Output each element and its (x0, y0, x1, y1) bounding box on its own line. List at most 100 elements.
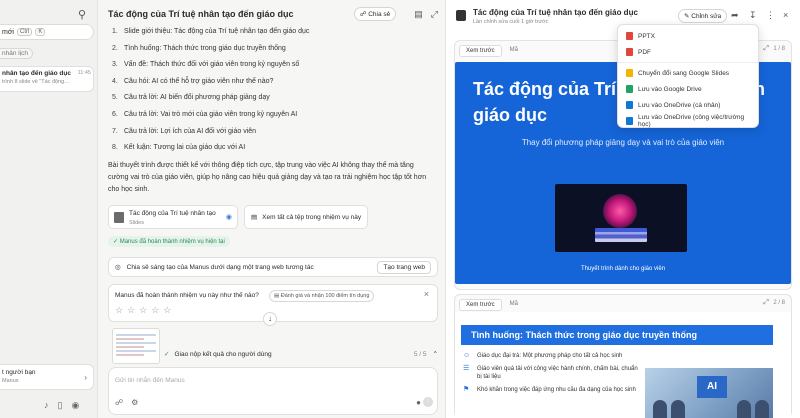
eye-icon[interactable]: ◉ (226, 213, 232, 221)
slide-outline-item: 1. Slide giới thiệu: Tác động của Trí tuệ… (112, 24, 432, 41)
slide-outline-item: 2. Tình huống: Thách thức trong giáo dục … (112, 41, 432, 58)
message-input[interactable]: Gửi tin nhắn đến Manus (115, 377, 185, 384)
expand-icon[interactable]: ⤢ (431, 9, 438, 20)
slide-1-subtitle: Thay đổi phương pháp giảng dạy và vai tr… (521, 138, 725, 147)
task-progress-row[interactable]: ✓ Giao nộp kết quả cho người dùng 5 / 5 … (108, 346, 438, 362)
location-icon[interactable]: ◉ (71, 400, 79, 411)
slide-outline-text: Kết luận: Tương lai của giáo dục với AI (124, 144, 246, 152)
check-icon: ✓ (164, 351, 170, 358)
more-icon[interactable]: ⋮ (766, 10, 775, 21)
close-icon[interactable]: × (424, 289, 429, 299)
slide-outline-text: Vấn đề: Thách thức đối với giáo viên tro… (124, 61, 300, 69)
export-menu-item[interactable]: Lưu vào OneDrive (công việc/trường học) (618, 113, 758, 129)
export-menu-label: Lưu vào OneDrive (công việc/trường học) (637, 114, 745, 128)
slide-outline-text: Tình huống: Thách thức trong giáo dục tr… (124, 44, 286, 52)
export-format-icon (626, 69, 633, 77)
export-menu-label: Lưu vào Google Drive (638, 85, 702, 93)
slides-icon (456, 10, 466, 21)
slide-outline-list: 1. Slide giới thiệu: Tác động của Trí tuệ… (112, 24, 432, 157)
share-button[interactable]: ☍ Chia sẻ (353, 7, 397, 21)
export-menu-item[interactable]: PPTX (618, 28, 758, 44)
file-type: Slides (129, 220, 144, 226)
user-card[interactable]: t người bạn Manus › (0, 364, 94, 390)
slide-outline-text: Câu hỏi: AI có thể hỗ trợ giáo viên như … (124, 77, 274, 85)
new-task-button[interactable]: mới Ctrl K (0, 24, 94, 40)
task-step: Giao nộp kết quả cho người dùng (174, 350, 272, 358)
share-web-bar: ◎ Chia sẻ sáng tạo của Manus dưới dạng m… (108, 257, 438, 277)
share-label: Chia sẻ (368, 11, 391, 18)
slide-outline-text: Câu trả lời: Lợi ích của AI đối với giáo… (124, 127, 257, 135)
document-icon[interactable]: ▤ (414, 9, 423, 20)
file-card[interactable]: Tác động của Trí tuệ nhân tạo ... Slides… (108, 205, 238, 229)
export-format-icon (626, 101, 633, 109)
plug-icon[interactable]: ⚙ (131, 398, 138, 407)
share-icon[interactable]: ➦ (731, 10, 739, 21)
download-icon[interactable]: ↧ (749, 10, 757, 21)
menu-divider (618, 62, 758, 63)
preview-title: Tác động của Trí tuệ nhân tạo đến giáo d… (473, 8, 638, 17)
slide-outline-item: 6. Câu trả lời: Vai trò mới của giáo viên… (112, 107, 432, 124)
chevron-up-icon[interactable]: ⌃ (433, 350, 438, 358)
tab-code[interactable]: Mã (504, 299, 524, 311)
send-button[interactable]: ↑ (423, 397, 433, 407)
expand-icon[interactable]: ⤢ (763, 299, 769, 307)
slide-outline-number: 3. (112, 61, 118, 69)
slide-outline-number: 6. (112, 110, 118, 118)
globe-icon: ◎ (115, 264, 121, 271)
export-menu-label: Chuyển đổi sang Google Slides (638, 69, 730, 77)
summary-text: Bài thuyết trình được thiết kế với thông… (108, 162, 427, 193)
rating-reward-badge[interactable]: ▤ Đánh giá và nhận 100 điểm tín dụng (269, 290, 375, 302)
slide-2-bullet-text: Khó khăn trong việc đáp ứng nhu cầu đa d… (477, 386, 636, 393)
paperclip-icon[interactable]: ☍ (115, 398, 123, 407)
sidebar-task-item[interactable]: nhân tạo đến giáo dục 11:45 trình 8 slid… (0, 66, 94, 92)
slide-counter: 1 / 8 (773, 46, 785, 52)
export-menu-item[interactable]: Lưu vào Google Drive (618, 81, 758, 97)
export-format-icon (626, 32, 633, 40)
slide-outline-item: 7. Câu trả lời: Lợi ích của AI đối với gi… (112, 124, 432, 141)
message-composer[interactable]: Gửi tin nhắn đến Manus ☍ ⚙ ● ↑ (108, 367, 438, 415)
slide-outline-item: 5. Câu trả lời: AI biến đổi phương pháp g… (112, 90, 432, 107)
slide-2: Tình huống: Thách thức trong giáo dục tr… (455, 312, 791, 418)
edit-button[interactable]: ✎ Chỉnh sửa (678, 9, 728, 23)
view-all-files-button[interactable]: ▤ Xem tất cả tệp trong nhiệm vụ này (244, 205, 368, 229)
slide-outline-number: 1. (112, 28, 118, 35)
export-menu-item[interactable]: PDF (618, 44, 758, 60)
slide-2-title: Tình huống: Thách thức trong giáo dục tr… (461, 325, 773, 345)
task-subtitle: trình 8 slide về "Tác động... (2, 79, 69, 85)
export-menu-item[interactable]: Lưu vào OneDrive (cá nhân) (618, 97, 758, 113)
export-menu-label: PPTX (638, 32, 655, 40)
export-format-icon (626, 48, 633, 56)
tab-preview[interactable]: Xem trước (459, 299, 502, 311)
star-rating[interactable]: ☆☆☆☆☆ (115, 305, 175, 316)
slide-outline-text: Slide giới thiệu: Tác động của Trí tuệ n… (124, 28, 310, 35)
bullet-icon: ⚑ (463, 385, 470, 393)
tab-preview[interactable]: Xem trước (459, 45, 502, 57)
task-title: nhân tạo đến giáo dục (2, 70, 71, 77)
tab-code[interactable]: Mã (504, 45, 524, 57)
new-task-label: mới (2, 28, 14, 36)
export-menu-item[interactable]: Chuyển đổi sang Google Slides (618, 65, 758, 81)
slides-file-icon (114, 212, 124, 223)
chevron-right-icon: › (84, 373, 87, 382)
bell-icon[interactable]: ♪ (44, 400, 49, 411)
slide-outline-number: 7. (112, 127, 118, 135)
files-icon: ▤ (251, 214, 258, 221)
bullet-icon: ☰ (463, 364, 470, 372)
create-web-button[interactable]: Tạo trang web (377, 260, 431, 274)
slide-outline-item: 8. Kết luận: Tương lai của giáo dục với A… (112, 140, 432, 157)
expand-icon[interactable]: ⤢ (763, 45, 769, 53)
slide-outline-number: 2. (112, 44, 118, 52)
phone-icon[interactable]: ▯ (58, 400, 63, 411)
slide-outline-text: Câu trả lời: Vai trò mới của giáo viên t… (124, 110, 298, 118)
close-icon[interactable]: × (783, 10, 788, 20)
share-web-text: Chia sẻ sáng tạo của Manus dưới dạng một… (126, 263, 314, 271)
slide-counter: 2 / 8 (773, 300, 785, 306)
mic-icon[interactable]: ● (416, 398, 421, 407)
file-title: Tác động của Trí tuệ nhân tạo ... (129, 210, 217, 217)
export-menu-label: PDF (638, 48, 651, 56)
search-icon[interactable]: ⚲ (78, 8, 86, 21)
sidebar-tag[interactable]: nhân lịch (0, 48, 34, 59)
sidebar: ⚲ mới Ctrl K nhân lịch nhân tạo đến giáo… (0, 0, 98, 418)
scroll-down-button[interactable]: ↓ (263, 312, 277, 326)
task-time: 11:45 (77, 70, 91, 76)
